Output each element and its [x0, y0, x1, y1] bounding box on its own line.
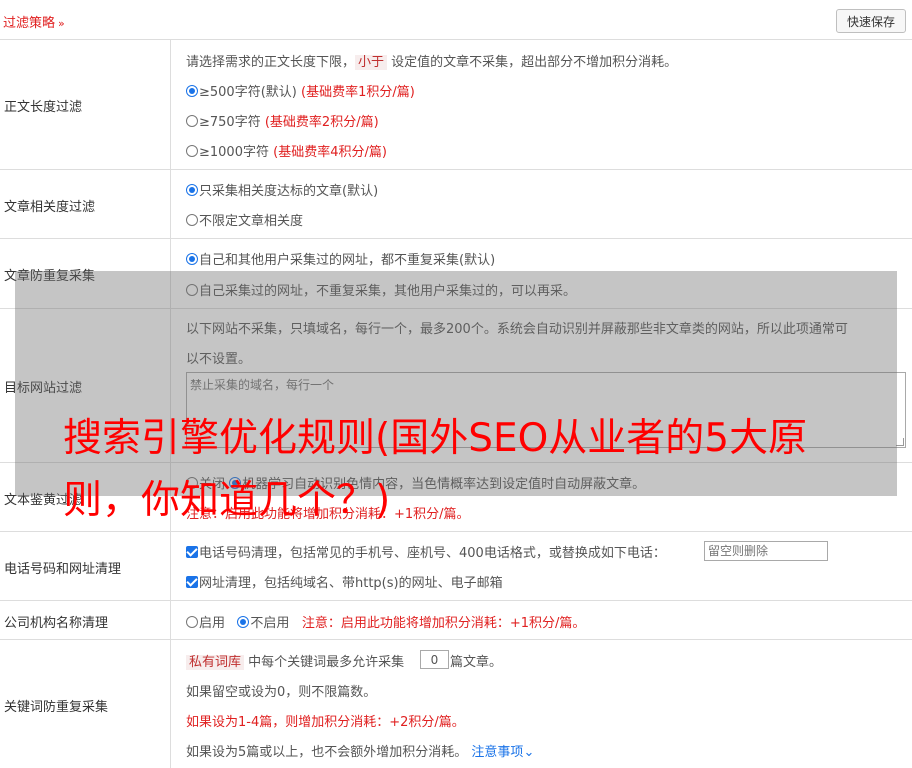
double-chevron-down-icon: » — [58, 17, 65, 30]
option-1000-note: (基础费率4积分/篇) — [273, 145, 387, 160]
keyword-dedupe-line-2: 如果留空或设为0，则不限篇数。 — [186, 685, 377, 700]
company-note: 注意：启用此功能将增加积分消耗：+1积分/篇。 — [301, 616, 586, 631]
radio-1000[interactable] — [186, 145, 198, 157]
dedupe-option-all[interactable]: 自己和其他用户采集过的网址，都不重复采集(默认) — [186, 249, 495, 268]
length-filter-desc: 请选择需求的正文长度下限， 小于 设定值的文章不采集，超出部分不增加积分消耗。 — [186, 51, 677, 70]
filter-strategy-header: 过滤策略» 快速保存 — [0, 0, 912, 40]
company-disable-text: 不启用 — [250, 616, 290, 631]
length-filter-label: 正文长度过滤 — [4, 100, 83, 115]
overlay-title: 搜索引擎优化规则(国外SEO从业者的5大原则，你知道几个？) — [63, 416, 808, 523]
notice-link-text: 注意事项 — [471, 745, 524, 760]
company-options: 启用 不启用 注意：启用此功能将增加积分消耗：+1积分/篇。 — [186, 612, 585, 631]
keyword-dedupe-label: 关键词防重复采集 — [4, 700, 109, 715]
option-1000-text: ≥1000字符 — [199, 145, 269, 160]
length-option-1000[interactable]: ≥1000字符 (基础费率4积分/篇) — [186, 141, 387, 160]
row-relevance-filter — [0, 170, 912, 239]
dedupe-all-text: 自己和其他用户采集过的网址，都不重复采集(默认) — [199, 253, 496, 268]
chevron-down-icon: ⌄ — [523, 745, 535, 760]
keyword-dedupe-line-1: 私有词库 中每个关键词最多允许采集 — [186, 651, 404, 670]
url-clean-text: 网址清理，包括纯域名、带http(s)的网址、电子邮箱 — [199, 576, 503, 591]
relevance-qualified-text: 只采集相关度达标的文章(默认) — [199, 184, 379, 199]
length-desc-pre: 请选择需求的正文长度下限， — [186, 55, 356, 70]
option-750-note: (基础费率2积分/篇) — [264, 115, 379, 130]
filter-strategy-title: 过滤策略 — [3, 16, 56, 31]
company-enable-text: 启用 — [199, 616, 226, 631]
radio-company-enable[interactable] — [186, 616, 198, 628]
keyword-dedupe-line-3: 如果设为1-4篇，则增加积分消耗：+2积分/篇。 — [186, 715, 465, 730]
option-500-note: (基础费率1积分/篇) — [301, 85, 415, 100]
resize-grip-icon[interactable] — [896, 438, 904, 446]
length-option-750[interactable]: ≥750字符 (基础费率2积分/篇) — [186, 111, 379, 130]
company-label: 公司机构名称清理 — [4, 616, 109, 631]
url-clean-option[interactable]: 网址清理，包括纯域名、带http(s)的网址、电子邮箱 — [186, 572, 503, 591]
phone-clean-checkbox[interactable] — [186, 546, 198, 558]
length-desc-post: 设定值的文章不采集，超出部分不增加积分消耗。 — [391, 55, 678, 70]
length-option-500[interactable]: ≥500字符(默认) (基础费率1积分/篇) — [186, 81, 415, 100]
keyword-line-4-text: 如果设为5篇或以上，也不会额外增加积分消耗。 — [186, 745, 468, 760]
phone-clean-option[interactable]: 电话号码清理，包括常见的手机号、座机号、400电话格式，或替换成如下电话： — [186, 542, 666, 561]
radio-500[interactable] — [186, 85, 198, 97]
option-750-text: ≥750字符 — [199, 115, 261, 130]
less-than-tag: 小于 — [355, 55, 388, 70]
notice-link[interactable]: 注意事项⌄ — [471, 745, 534, 760]
radio-relevance-any[interactable] — [186, 214, 198, 226]
relevance-option-any[interactable]: 不限定文章相关度 — [186, 210, 303, 229]
replacement-phone-input[interactable] — [704, 541, 828, 561]
url-clean-checkbox[interactable] — [186, 576, 198, 588]
relevance-any-text: 不限定文章相关度 — [199, 214, 304, 229]
phone-clean-text: 电话号码清理，包括常见的手机号、座机号、400电话格式，或替换成如下电话： — [199, 546, 666, 561]
keyword-dedupe-line-4: 如果设为5篇或以上，也不会额外增加积分消耗。 注意事项⌄ — [186, 741, 534, 760]
relevance-filter-label: 文章相关度过滤 — [4, 200, 96, 215]
keyword-desc-pre: 中每个关键词最多允许采集 — [248, 655, 405, 670]
max-articles-input[interactable] — [420, 650, 449, 669]
option-500-text: ≥500字符(默认) — [199, 85, 297, 100]
relevance-option-qualified[interactable]: 只采集相关度达标的文章(默认) — [186, 180, 378, 199]
keyword-desc-post: 篇文章。 — [450, 655, 503, 670]
radio-dedupe-all[interactable] — [186, 253, 198, 265]
filter-strategy-toggle[interactable]: 过滤策略» — [3, 12, 65, 31]
private-lexicon-link[interactable]: 私有词库 — [186, 655, 245, 670]
radio-750[interactable] — [186, 115, 198, 127]
phone-url-label: 电话号码和网址清理 — [4, 562, 122, 577]
quick-save-button[interactable]: 快速保存 — [836, 9, 906, 33]
radio-relevance-qualified[interactable] — [186, 184, 198, 196]
radio-company-disable[interactable] — [237, 616, 250, 628]
